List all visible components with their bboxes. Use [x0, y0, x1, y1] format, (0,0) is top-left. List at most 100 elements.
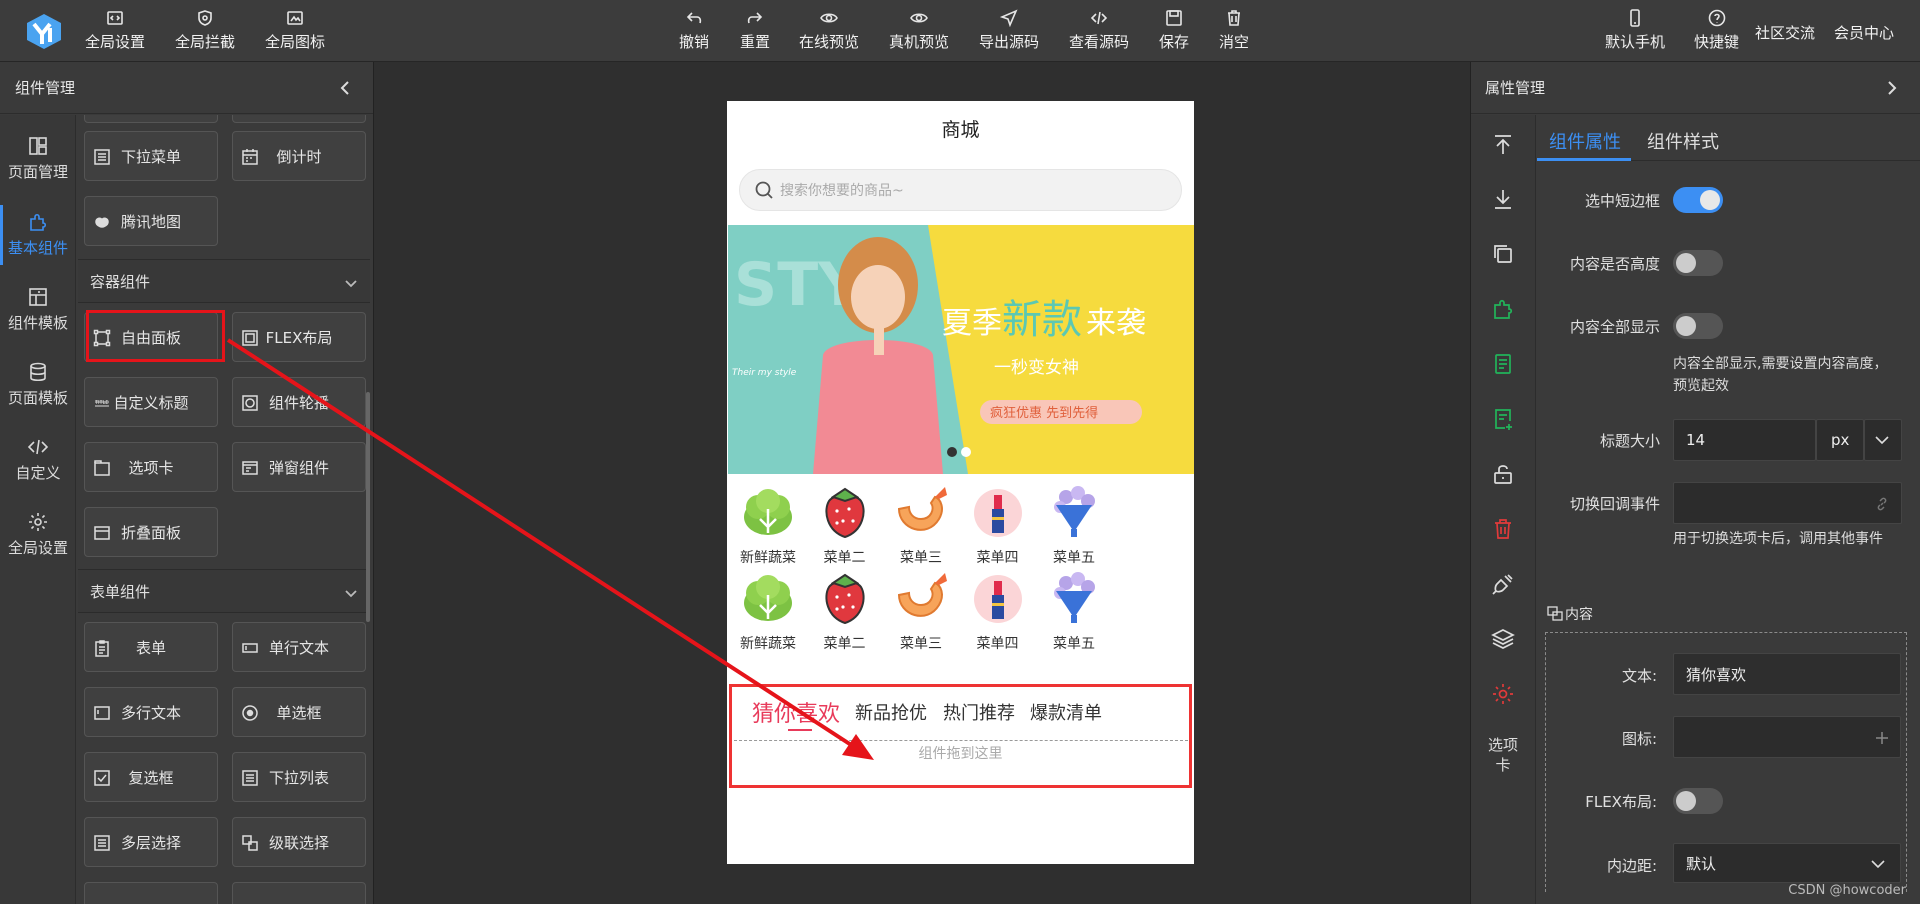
link-button[interactable] [1491, 572, 1515, 596]
online-preview-button[interactable]: 在线预览 [799, 9, 859, 52]
banner-carousel[interactable]: STY Their my style 夏季 新款 来袭 一秒变女神 疯狂优惠 先… [728, 225, 1194, 474]
menu-item[interactable]: 菜单四 [958, 567, 1038, 653]
height-toggle[interactable] [1673, 250, 1723, 276]
nav-page-templates[interactable]: 页面模板 [0, 347, 76, 422]
component-label: 表单 [135, 638, 166, 657]
shortcut-button[interactable]: 快捷键 [1694, 9, 1739, 52]
redo-button[interactable]: 重置 [740, 9, 770, 52]
container-section-header[interactable]: 容器组件 [78, 259, 370, 303]
community-link[interactable]: 社区交流 [1755, 22, 1815, 43]
copy-button[interactable] [1491, 242, 1515, 266]
clear-button[interactable]: 消空 [1219, 9, 1249, 52]
unlock-button[interactable] [1491, 462, 1515, 486]
tab-guess-you-like[interactable]: 猜你喜欢 [752, 696, 840, 728]
menu-item-icon [744, 489, 792, 535]
nav-global-settings[interactable]: 全局设置 [0, 497, 76, 572]
menu-item[interactable]: 菜单四 [958, 481, 1038, 567]
nav-global-settings-label: 全局设置 [7, 539, 68, 557]
component-cascade[interactable]: 级联选择 [232, 817, 366, 867]
component-multi-level[interactable]: 多层选择 [84, 817, 218, 867]
component-label: 单选框 [276, 703, 322, 722]
nav-basic-components-label: 基本组件 [7, 239, 68, 257]
menu-item[interactable]: 菜单五 [1034, 567, 1114, 653]
device-preview-button[interactable]: 真机预览 [889, 9, 949, 52]
global-icon-button[interactable]: 全局图标 [265, 9, 325, 52]
add-document-button[interactable] [1491, 407, 1515, 431]
menu-item[interactable]: 新鲜蔬菜 [728, 567, 808, 653]
banner-sub: 一秒变女神 [994, 358, 1079, 378]
icon-input[interactable] [1673, 716, 1901, 758]
nav-page-manage[interactable]: 页面管理 [0, 121, 76, 196]
tab-component-props[interactable]: 组件属性 [1549, 128, 1621, 154]
content-section-title: 内容 [1565, 607, 1593, 623]
component-radio[interactable]: 单选框 [232, 687, 366, 737]
component-dropdown-menu[interactable]: 下拉菜单 [84, 131, 218, 181]
component-collapse-panel[interactable]: 折叠面板 [84, 507, 218, 557]
nav-component-templates[interactable]: 组件模板 [0, 272, 76, 347]
save-icon [1166, 10, 1182, 26]
tab-new-products[interactable]: 新品抢优 [855, 699, 927, 725]
move-top-button[interactable] [1491, 133, 1515, 157]
tab-hot-recommend[interactable]: 热门推荐 [943, 699, 1015, 725]
component-flex-layout[interactable]: FLEX布局 [232, 312, 366, 362]
menu-item[interactable]: 菜单二 [805, 481, 885, 567]
default-phone-button[interactable]: 默认手机 [1605, 9, 1665, 52]
menu-item[interactable]: 菜单二 [805, 567, 885, 653]
chevron-right-icon[interactable] [1882, 78, 1902, 98]
component-multi-text[interactable]: 多行文本 [84, 687, 218, 737]
title-size-input[interactable]: 14 [1673, 419, 1816, 461]
document-button[interactable] [1491, 352, 1515, 376]
component-select[interactable]: 下拉列表 [232, 752, 366, 802]
showall-toggle[interactable] [1673, 313, 1723, 339]
component-custom-title[interactable]: TITLE 自定义标题 [84, 377, 218, 427]
view-source-button[interactable]: 查看源码 [1069, 9, 1129, 52]
component-tabs[interactable]: 选项卡 [84, 442, 218, 492]
menu-item[interactable]: 新鲜蔬菜 [728, 481, 808, 567]
component-item-partial[interactable] [84, 882, 218, 904]
menu-item-label: 菜单四 [976, 636, 1019, 652]
component-carousel[interactable]: 组件轮播 [232, 377, 366, 427]
tabs-component-drop-target[interactable]: 猜你喜欢 新品抢优 热门推荐 爆款清单 组件拖到这里 [729, 684, 1192, 788]
phone-canvas: 商城 搜索你想要的商品~ STY Their my style 夏季 新款 来袭… [727, 101, 1194, 864]
component-item-partial[interactable] [232, 115, 366, 123]
component-tencent-map[interactable]: 腾讯地图 [84, 196, 218, 246]
padding-select[interactable]: 默认 [1673, 843, 1901, 883]
content-section: 内容 [1547, 604, 1593, 624]
component-list-scrollbar[interactable] [366, 392, 370, 622]
component-countdown[interactable]: 倒计时 [232, 131, 366, 181]
nav-basic-components[interactable]: 基本组件 [0, 197, 76, 272]
component-item-partial[interactable] [84, 115, 218, 123]
delete-button[interactable] [1491, 517, 1515, 541]
member-center-link[interactable]: 会员中心 [1834, 22, 1894, 43]
export-source-button[interactable]: 导出源码 [979, 9, 1039, 52]
form-section-header[interactable]: 表单组件 [78, 569, 370, 613]
component-single-text[interactable]: 单行文本 [232, 622, 366, 672]
nav-custom[interactable]: 自定义 [0, 422, 76, 497]
menu-item[interactable]: 菜单五 [1034, 481, 1114, 567]
tab-component-style[interactable]: 组件样式 [1647, 128, 1719, 154]
component-button[interactable] [1491, 297, 1515, 321]
component-checkbox[interactable]: 复选框 [84, 752, 218, 802]
global-intercept-button[interactable]: 全局拦截 [175, 9, 235, 52]
tab-bestsellers[interactable]: 爆款清单 [1030, 699, 1102, 725]
save-button[interactable]: 保存 [1159, 9, 1189, 52]
border-toggle[interactable] [1673, 187, 1723, 213]
component-form[interactable]: 表单 [84, 622, 218, 672]
search-bar[interactable]: 搜索你想要的商品~ [739, 169, 1182, 211]
text-label: 文本: [1621, 667, 1657, 685]
settings-button[interactable] [1491, 682, 1515, 706]
move-bottom-button[interactable] [1491, 187, 1515, 211]
menu-item[interactable]: 菜单三 [881, 481, 961, 567]
component-popup[interactable]: 弹窗组件 [232, 442, 366, 492]
unit-dropdown[interactable] [1864, 419, 1902, 461]
undo-button[interactable]: 撤销 [679, 9, 709, 52]
menu-item[interactable]: 菜单三 [881, 567, 961, 653]
global-settings-button[interactable]: 全局设置 [85, 9, 145, 52]
callback-input[interactable] [1673, 482, 1902, 524]
layers-button[interactable] [1491, 627, 1515, 651]
chevron-left-icon[interactable] [335, 78, 355, 98]
text-input[interactable]: 猜你喜欢 [1673, 653, 1901, 695]
flex-toggle[interactable] [1673, 788, 1723, 814]
calendar-icon [242, 149, 258, 165]
component-item-partial[interactable] [232, 882, 366, 904]
